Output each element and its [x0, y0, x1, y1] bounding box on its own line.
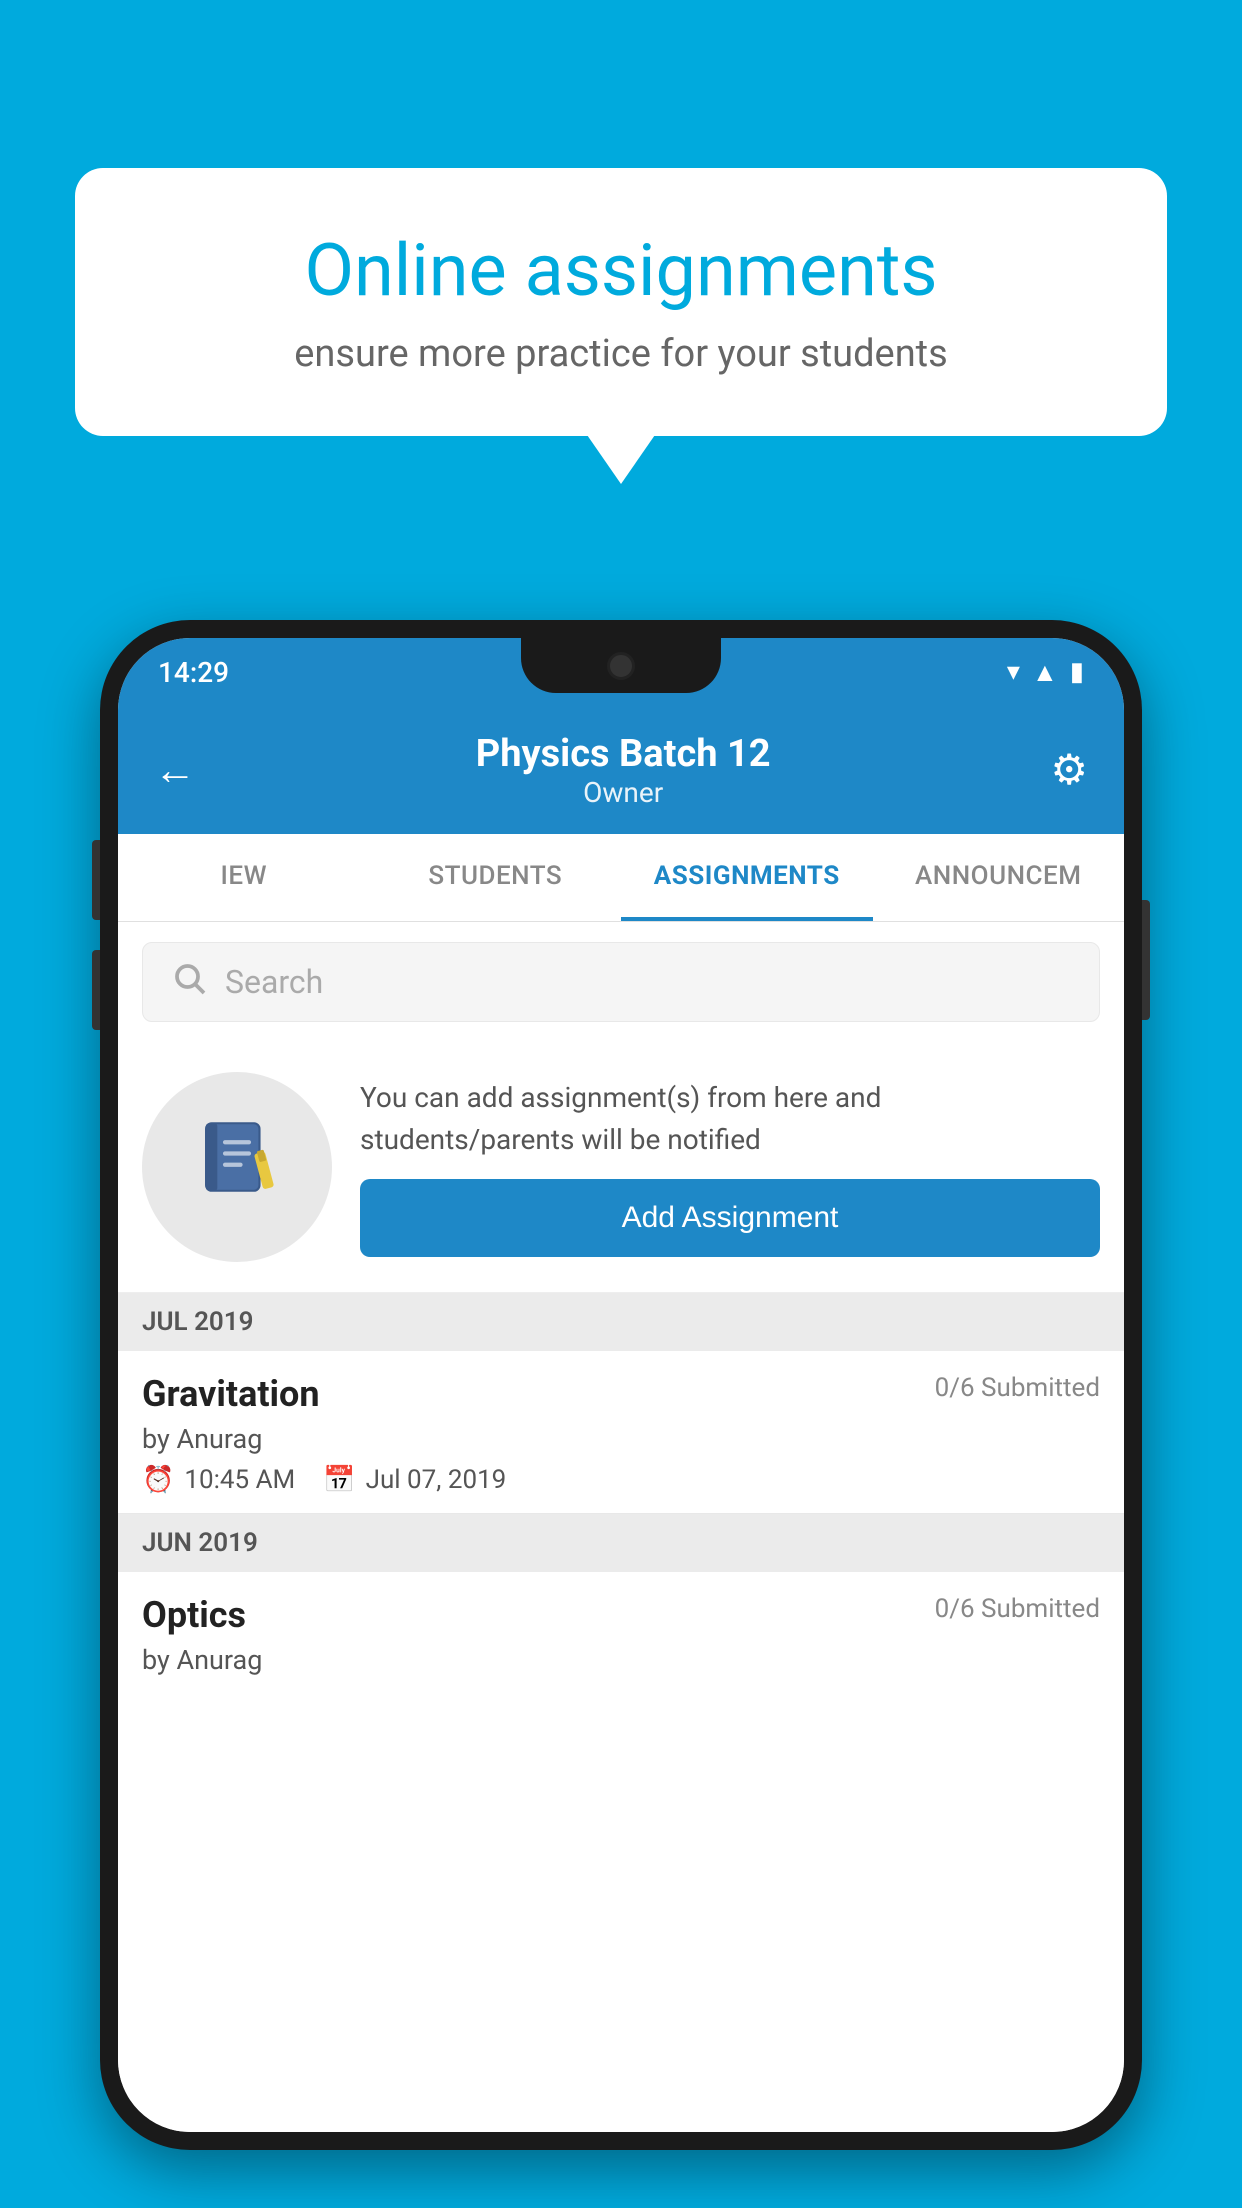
tabs-container: IEW STUDENTS ASSIGNMENTS ANNOUNCEM: [118, 834, 1124, 922]
calendar-icon: 📅: [323, 1465, 355, 1495]
phone-mockup: 14:29 ▾ ▲ ▮ ← Physics Batch 12 Owner ⚙: [100, 620, 1142, 2208]
notebook-icon: [192, 1112, 282, 1222]
section-header-jun2019: JUN 2019: [118, 1514, 1124, 1572]
phone-side-btn-volume-up: [92, 840, 100, 920]
phone-screen: 14:29 ▾ ▲ ▮ ← Physics Batch 12 Owner ⚙: [118, 638, 1124, 2132]
search-placeholder: Search: [225, 963, 323, 1001]
assignment-name-gravitation: Gravitation: [142, 1373, 320, 1415]
header-subtitle: Owner: [476, 776, 771, 809]
header-title: Physics Batch 12: [476, 732, 771, 776]
search-bar[interactable]: Search: [142, 942, 1100, 1022]
status-time: 14:29: [158, 656, 229, 689]
assignment-item-gravitation[interactable]: Gravitation 0/6 Submitted by Anurag ⏰ 10…: [118, 1351, 1124, 1514]
assignment-top-optics: Optics 0/6 Submitted: [142, 1594, 1100, 1636]
tab-assignments[interactable]: ASSIGNMENTS: [621, 834, 873, 921]
clock-icon: ⏰: [142, 1465, 174, 1495]
promo-right: You can add assignment(s) from here and …: [360, 1077, 1100, 1257]
app-header: ← Physics Batch 12 Owner ⚙: [118, 706, 1124, 834]
section-header-jul2019: JUL 2019: [118, 1293, 1124, 1351]
promo-text: You can add assignment(s) from here and …: [360, 1077, 1100, 1161]
meta-time-gravitation: ⏰ 10:45 AM: [142, 1465, 295, 1495]
assignment-time-gravitation: 10:45 AM: [184, 1465, 295, 1495]
bubble-title: Online assignments: [145, 228, 1097, 314]
assignment-submitted-optics: 0/6 Submitted: [935, 1594, 1100, 1624]
phone-outer: 14:29 ▾ ▲ ▮ ← Physics Batch 12 Owner ⚙: [100, 620, 1142, 2150]
assignment-date-gravitation: Jul 07, 2019: [366, 1465, 507, 1495]
bubble-subtitle: ensure more practice for your students: [145, 332, 1097, 376]
gear-icon[interactable]: ⚙: [1050, 745, 1088, 795]
tab-iew[interactable]: IEW: [118, 834, 370, 921]
assignment-meta-gravitation: ⏰ 10:45 AM 📅 Jul 07, 2019: [142, 1465, 1100, 1495]
signal-icon: ▲: [1032, 657, 1058, 688]
assignment-item-optics[interactable]: Optics 0/6 Submitted by Anurag: [118, 1572, 1124, 1704]
add-assignment-button[interactable]: Add Assignment: [360, 1179, 1100, 1257]
tab-students[interactable]: STUDENTS: [370, 834, 622, 921]
header-center: Physics Batch 12 Owner: [476, 732, 771, 809]
phone-camera: [607, 652, 635, 680]
status-icons: ▾ ▲ ▮: [1007, 657, 1084, 688]
battery-icon: ▮: [1070, 657, 1084, 687]
assignment-top: Gravitation 0/6 Submitted: [142, 1373, 1100, 1415]
assignment-submitted-gravitation: 0/6 Submitted: [935, 1373, 1100, 1403]
add-assignment-promo: You can add assignment(s) from here and …: [118, 1042, 1124, 1293]
assignment-name-optics: Optics: [142, 1594, 246, 1636]
back-button[interactable]: ←: [154, 746, 196, 795]
phone-notch: [521, 638, 721, 693]
speech-bubble-container: Online assignments ensure more practice …: [75, 168, 1167, 436]
search-icon: [171, 960, 207, 1005]
search-container: Search: [118, 922, 1124, 1042]
assignment-by-optics: by Anurag: [142, 1644, 1100, 1676]
phone-side-btn-power: [1142, 900, 1150, 1020]
assignment-by-gravitation: by Anurag: [142, 1423, 1100, 1455]
tab-announcements[interactable]: ANNOUNCEM: [873, 834, 1125, 921]
meta-date-gravitation: 📅 Jul 07, 2019: [323, 1465, 506, 1495]
speech-bubble: Online assignments ensure more practice …: [75, 168, 1167, 436]
phone-side-btn-volume-down: [92, 950, 100, 1030]
promo-icon-circle: [142, 1072, 332, 1262]
content-area: Search: [118, 922, 1124, 2132]
wifi-icon: ▾: [1007, 657, 1020, 687]
